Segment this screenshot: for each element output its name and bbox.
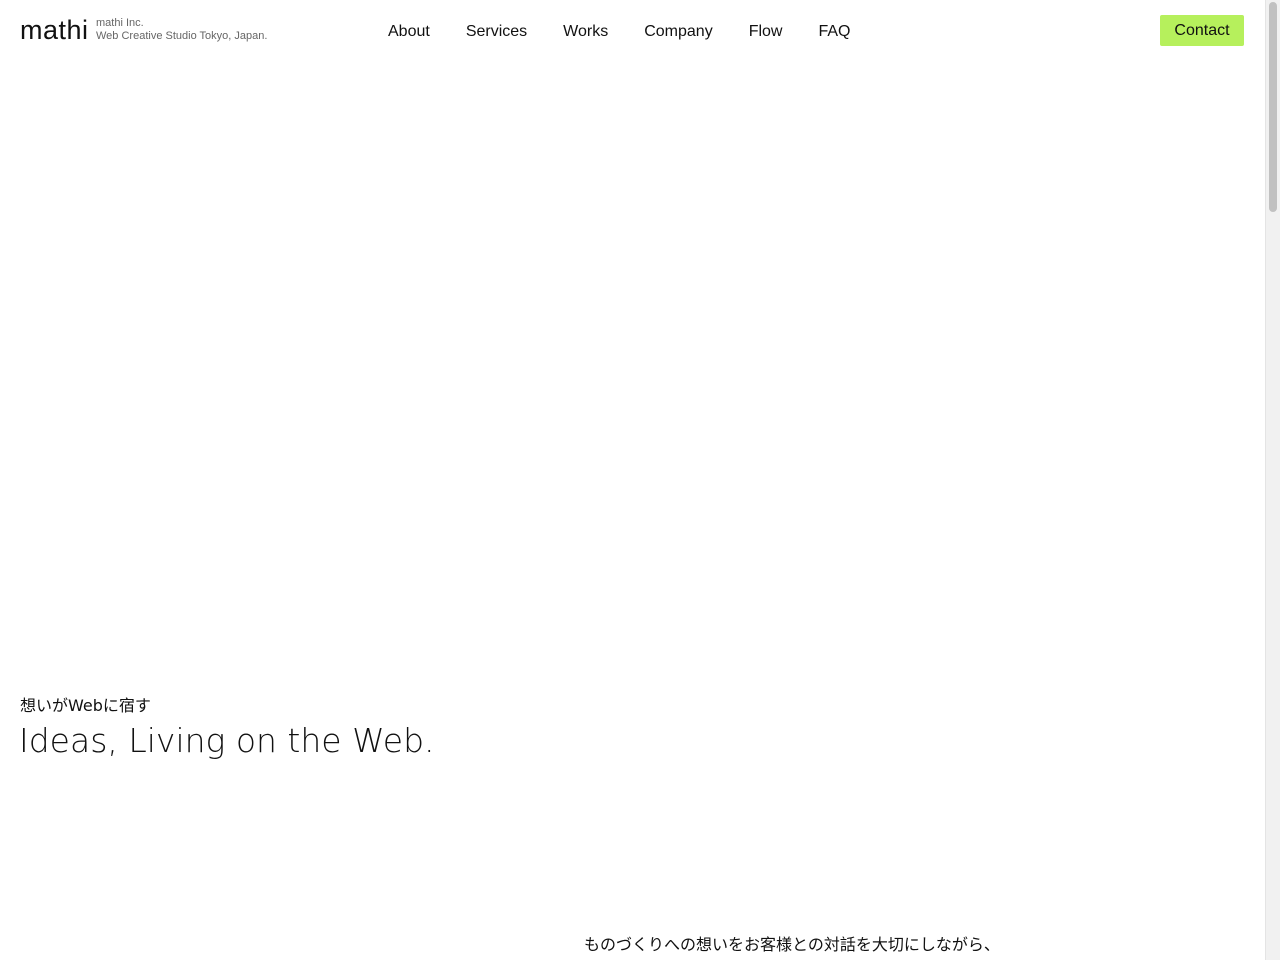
scrollbar-thumb[interactable] <box>1269 2 1277 212</box>
hero-tagline-jp: 想いがWebに宿す <box>20 696 151 715</box>
logo[interactable]: mathi <box>20 14 89 46</box>
intro-text: ものづくりへの想いをお客様との対話を大切にしながら、 <box>584 935 1000 954</box>
nav-item-about[interactable]: About <box>388 20 430 44</box>
nav-item-works[interactable]: Works <box>563 20 608 44</box>
main-nav: About Services Works Company Flow FAQ <box>388 20 851 44</box>
company-name: mathi Inc. <box>96 17 144 29</box>
nav-item-flow[interactable]: Flow <box>749 20 783 44</box>
nav-item-services[interactable]: Services <box>466 20 527 44</box>
company-info: mathi Inc. Web Creative Studio Tokyo, Ja… <box>96 17 267 43</box>
nav-item-company[interactable]: Company <box>644 20 712 44</box>
company-description: Web Creative Studio Tokyo, Japan. <box>96 30 268 42</box>
site-header: mathi mathi Inc. Web Creative Studio Tok… <box>0 0 1265 62</box>
contact-button[interactable]: Contact <box>1160 15 1244 46</box>
hero-tagline-en: Ideas, Living on the Web. <box>19 721 435 760</box>
vertical-scrollbar[interactable] <box>1265 0 1280 960</box>
nav-item-faq[interactable]: FAQ <box>818 20 850 44</box>
page: mathi mathi Inc. Web Creative Studio Tok… <box>0 0 1265 960</box>
